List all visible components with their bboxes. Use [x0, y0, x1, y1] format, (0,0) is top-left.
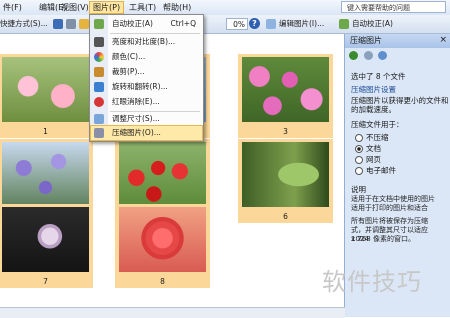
status-bar	[0, 307, 345, 318]
thumbnail-number: 7	[43, 277, 48, 286]
selection-info: 选中了 8 个文件	[351, 72, 406, 81]
menu-item-crop[interactable]: 裁剪(P)...	[91, 65, 202, 79]
rotate-icon	[94, 82, 104, 92]
mail-icon[interactable]	[79, 18, 89, 30]
thumbnail-number: 6	[283, 212, 288, 221]
menu-item-label: 压缩图片(O)...	[112, 128, 161, 137]
color-icon	[94, 52, 104, 62]
option-label: 电子邮件	[366, 166, 396, 175]
thumbnail-image	[242, 57, 329, 122]
back-icon[interactable]	[349, 51, 358, 60]
pane-close-button[interactable]: ×	[439, 35, 447, 45]
edit-picture-button[interactable]: 编辑图片(I)...	[279, 18, 324, 30]
option-label: 网页	[366, 155, 381, 164]
thumbnail-7[interactable]: 7	[0, 204, 93, 288]
thumbnail-image	[119, 142, 206, 207]
menu-item-color[interactable]: 颜色(C)...	[91, 50, 202, 64]
view-mode-button[interactable]: 快捷方式(S)...	[0, 18, 48, 30]
option-no-compress[interactable]: 不压缩	[355, 132, 389, 143]
option-label: 不压缩	[366, 133, 389, 142]
pane-title: 压缩图片	[345, 34, 450, 48]
explain-heading: 说明	[351, 185, 366, 194]
red-eye-icon	[94, 97, 104, 107]
thumbnail-number: 1	[43, 127, 48, 136]
menu-item-label: 旋转和翻转(R)...	[112, 82, 168, 91]
thumbnail-number: 8	[160, 277, 165, 286]
menu-file[interactable]: 件(F)	[0, 2, 25, 13]
toolbar: 快捷方式(S)... 0% ? 编辑图片(I)... 自动校正(A)	[0, 15, 450, 34]
watermark: 软件技巧	[322, 268, 422, 296]
thumbnail-6[interactable]: 6	[238, 139, 333, 223]
explain-line-5: x 768 像素的窗口。	[351, 235, 415, 243]
menu-item-label: 裁剪(P)...	[112, 67, 145, 76]
menu-bar: 件(F) 编辑(E) 视图(V) 图片(P) 工具(T) 帮助(H) 键入需要帮…	[0, 0, 450, 16]
thumbnail-image	[2, 57, 89, 122]
menu-item-label: 亮度和对比度(B)...	[112, 37, 176, 46]
thumbnail-3[interactable]: 3	[238, 54, 333, 138]
zoom-field[interactable]: 0%	[226, 18, 248, 30]
help-icon[interactable]: ?	[249, 18, 260, 29]
menu-item-label: 自动校正(A)	[112, 19, 153, 28]
menu-item-compress[interactable]: 压缩图片(O)...	[90, 125, 203, 141]
compress-icon	[94, 128, 104, 138]
thumbnail-8[interactable]: 8	[115, 204, 210, 288]
menu-item-rotate-flip[interactable]: 旋转和翻转(R)...	[91, 80, 202, 94]
menu-item-red-eye[interactable]: 红眼消除(E)...	[91, 95, 202, 109]
settings-heading: 压缩图片设置	[351, 85, 396, 94]
forward-icon[interactable]	[363, 51, 373, 60]
menu-item-shortcut: Ctrl+Q	[170, 19, 196, 28]
menu-item-resize[interactable]: 调整尺寸(S)...	[91, 112, 202, 126]
thumbnail-image	[119, 207, 206, 272]
picture-menu: 自动校正(A) Ctrl+Q 亮度和对比度(B)... 颜色(C)... 裁剪(…	[89, 14, 204, 142]
menu-item-label: 颜色(C)...	[112, 52, 146, 61]
pane-nav	[349, 51, 390, 62]
resize-icon	[94, 114, 104, 124]
auto-correct-button[interactable]: 自动校正(A)	[352, 18, 393, 30]
thumbnail-number: 3	[283, 127, 288, 136]
menu-separator	[110, 33, 200, 34]
crop-icon	[94, 67, 104, 77]
menu-tools[interactable]: 工具(T)	[126, 2, 159, 13]
menu-item-brightness-contrast[interactable]: 亮度和对比度(B)...	[91, 35, 202, 49]
explain-line-1: 适用于在文档中使用的图片	[351, 195, 435, 203]
auto-correct-icon[interactable]	[339, 18, 349, 30]
thumbnail-1[interactable]: 1	[0, 54, 93, 138]
menu-help[interactable]: 帮助(H)	[160, 2, 194, 13]
menu-item-label: 红眼消除(E)...	[112, 97, 160, 106]
option-email[interactable]: 电子邮件	[355, 165, 396, 176]
menu-picture[interactable]: 图片(P)	[89, 1, 125, 14]
thumbnail-image	[2, 142, 89, 207]
settings-desc-2: 的加载速度。	[351, 105, 396, 114]
option-web[interactable]: 网页	[355, 154, 381, 165]
compress-for-label: 压缩文件用于：	[351, 120, 404, 129]
explain-line-3: 所有图片将被保存为压缩	[351, 217, 428, 225]
save-icon[interactable]	[53, 18, 63, 30]
auto-correct-icon	[94, 19, 104, 29]
help-search-input[interactable]: 键入需要帮助的问题	[341, 1, 446, 13]
brightness-icon	[94, 37, 104, 47]
print-icon[interactable]	[66, 18, 76, 30]
menu-item-auto-correct[interactable]: 自动校正(A) Ctrl+Q	[91, 17, 202, 31]
edit-picture-icon[interactable]	[266, 18, 276, 30]
option-label: 文档	[366, 144, 381, 153]
menu-view[interactable]: 视图(V)	[58, 2, 92, 13]
explain-line-2: 适用于打印的图片和适合	[351, 204, 428, 212]
thumbnail-image	[242, 142, 329, 207]
menu-item-label: 调整尺寸(S)...	[112, 114, 160, 123]
thumbnail-image	[2, 207, 89, 272]
option-document[interactable]: 文档	[355, 143, 381, 154]
home-icon[interactable]	[378, 51, 388, 60]
